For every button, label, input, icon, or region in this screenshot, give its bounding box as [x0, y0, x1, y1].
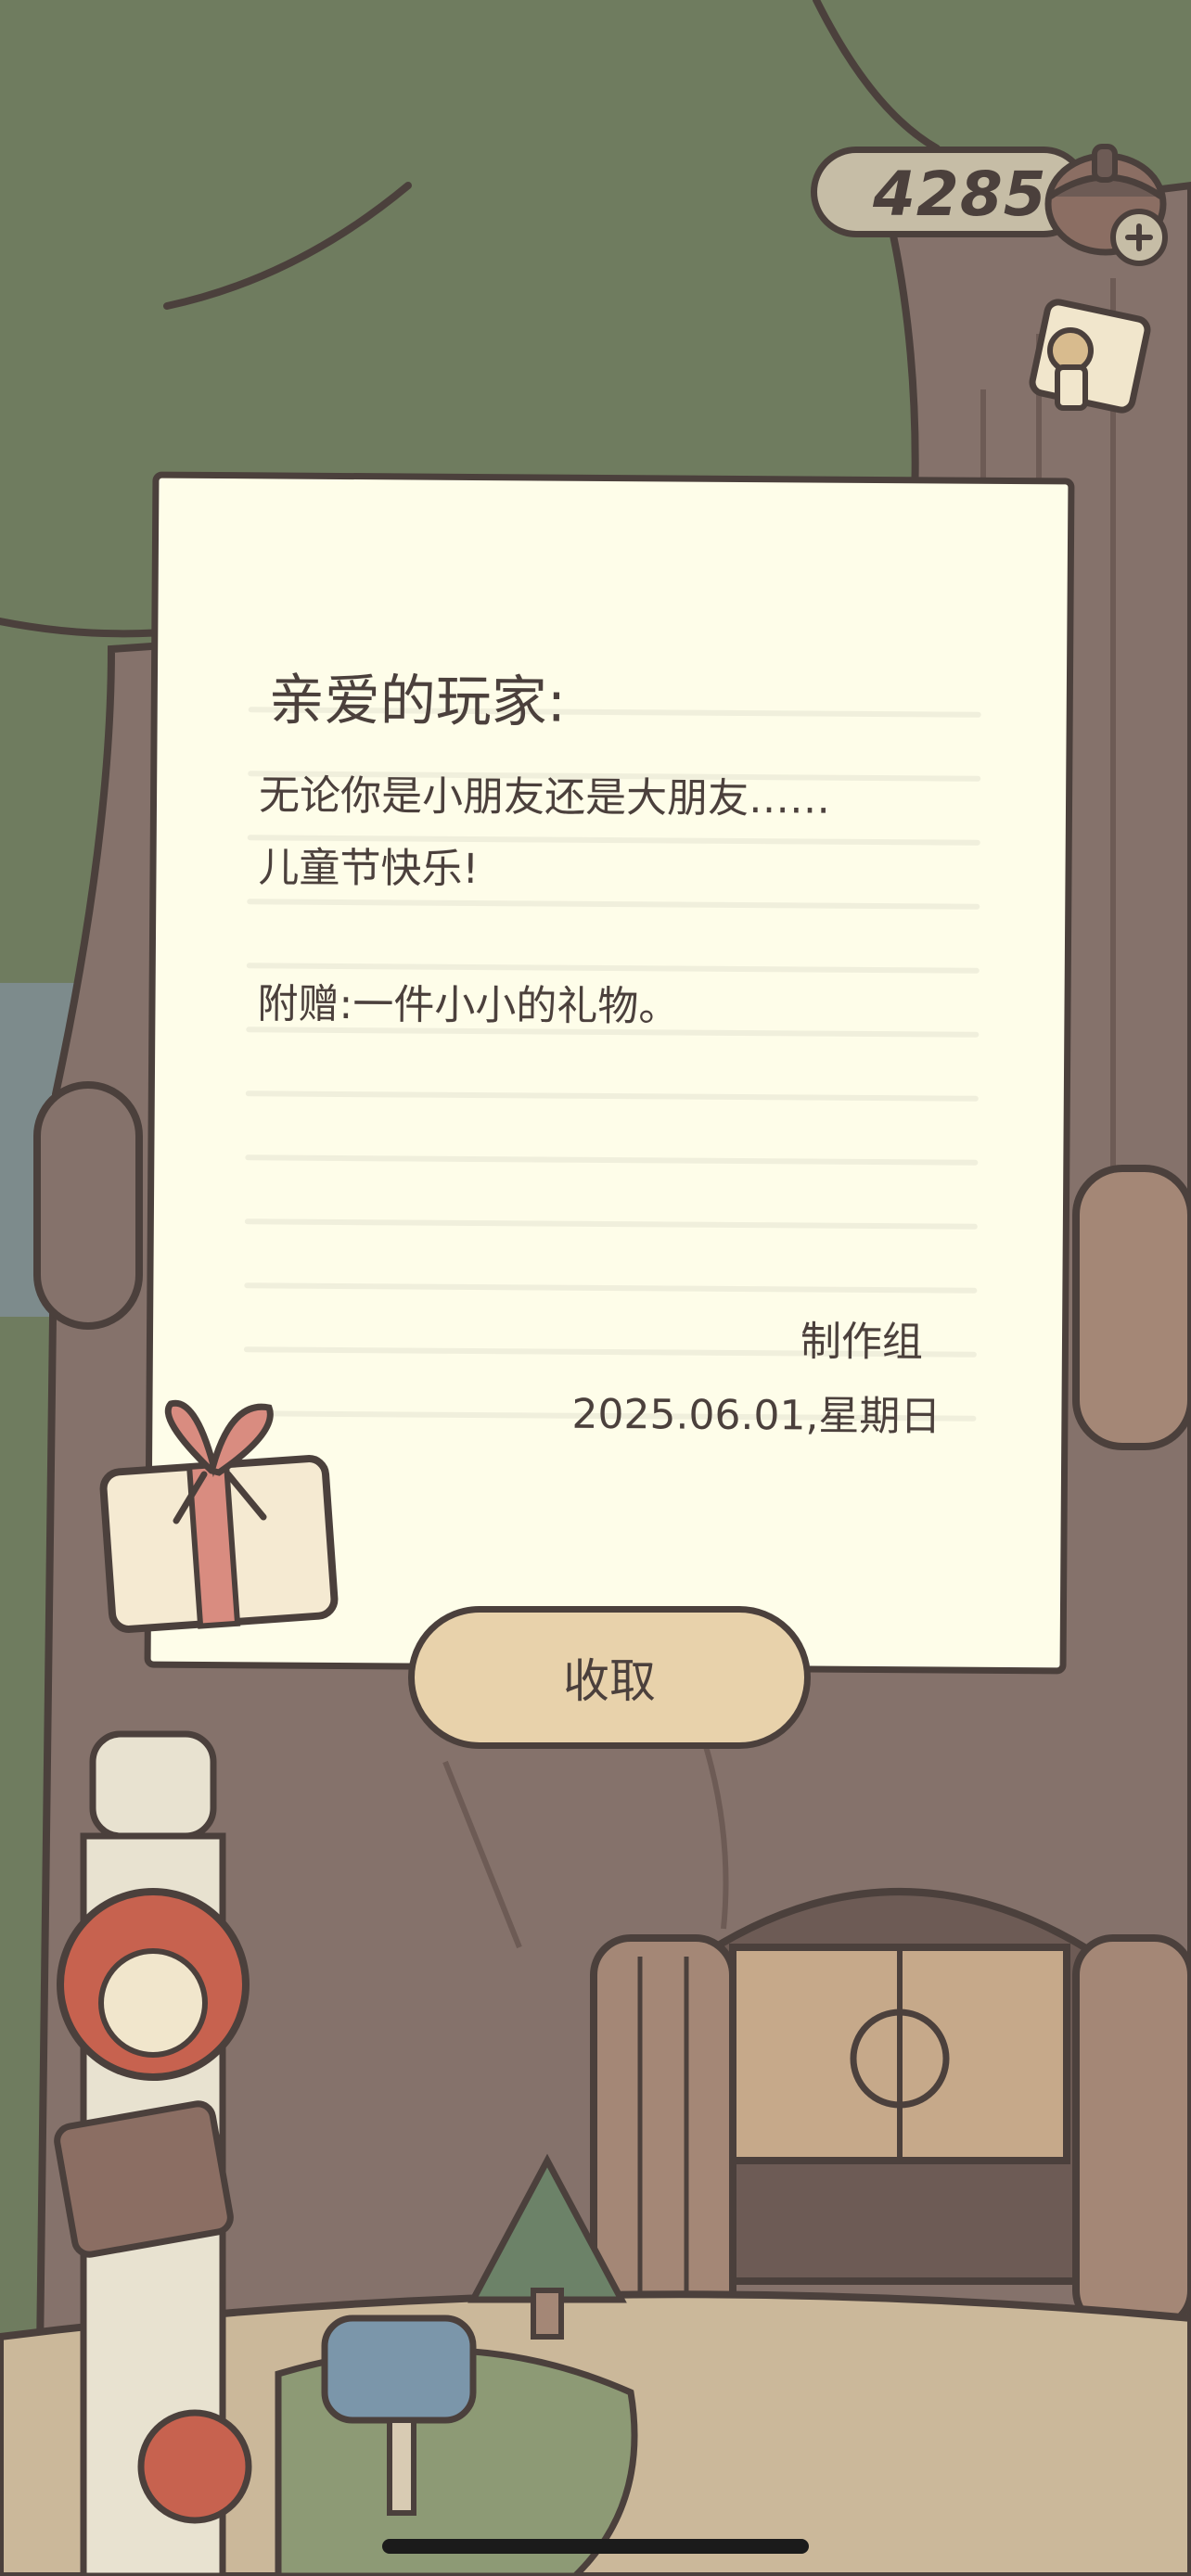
letter-line-3: 附赠:一件小小的礼物。 — [257, 980, 680, 1031]
gift-box-icon — [93, 1391, 352, 1641]
letter-signer: 制作组 — [800, 1318, 924, 1367]
letter-salutation: 亲爱的玩家: — [268, 668, 567, 735]
home-indicator[interactable] — [382, 2539, 809, 2554]
letter-date: 2025.06.01,星期日 — [571, 1390, 941, 1441]
collect-button[interactable]: 收取 — [408, 1606, 811, 1749]
plus-icon — [1110, 209, 1168, 266]
letter-line-1: 无论你是小朋友还是大朋友…… — [258, 772, 831, 823]
coupon-icon[interactable] — [1020, 297, 1159, 427]
acorn-icon[interactable] — [1039, 130, 1187, 269]
acorn-count: 4285 — [873, 159, 1047, 230]
letter-line-2: 儿童节快乐! — [258, 844, 480, 894]
